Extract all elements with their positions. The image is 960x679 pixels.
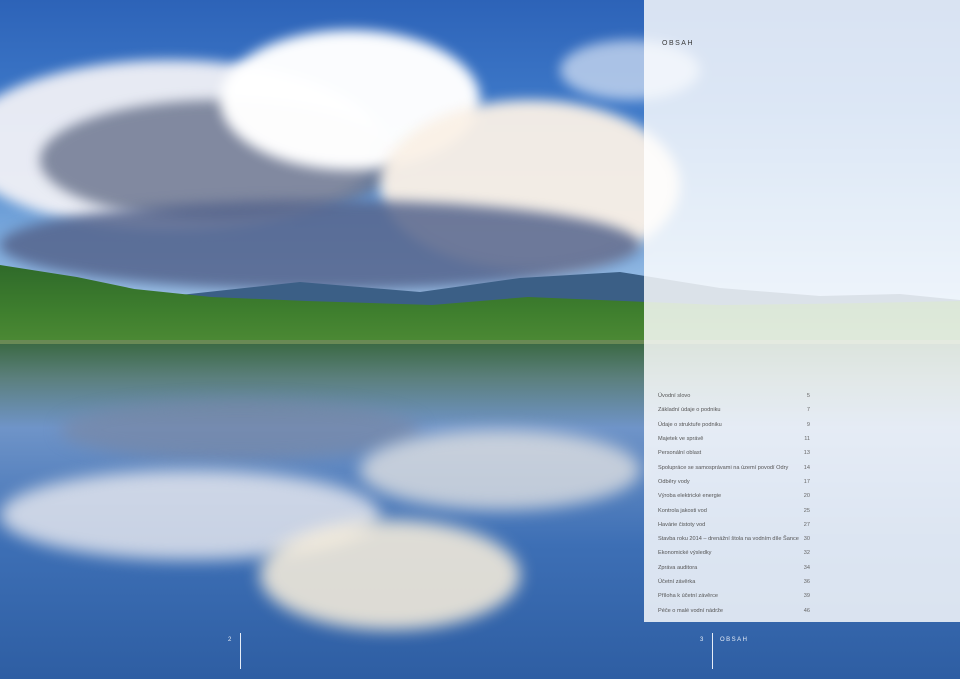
toc-entry-page: 27 xyxy=(803,521,810,528)
toc-entry[interactable]: Spolupráce se samosprávami na území povo… xyxy=(658,460,810,474)
toc-entry-label: Údaje o struktuře podniku xyxy=(658,421,722,428)
toc-entry[interactable]: Příloha k účetní závěrce 39 xyxy=(658,589,810,603)
toc-entry-page: 17 xyxy=(803,478,810,485)
toc-entry[interactable]: Majetek ve správě 11 xyxy=(658,432,810,446)
toc-entry-label: Úvodní slovo xyxy=(658,393,691,400)
toc-entry-label: Havárie čistoty vod xyxy=(658,521,706,528)
toc-entry[interactable]: Údaje o struktuře podniku 9 xyxy=(658,418,810,432)
toc-entry-label: Stavba roku 2014 – drenážní štola na vod… xyxy=(658,536,799,543)
footer-divider xyxy=(240,633,241,669)
toc-entry-label: Odběry vody xyxy=(658,478,690,485)
toc-entry-page: 32 xyxy=(803,550,810,557)
toc-entry-page: 14 xyxy=(803,464,810,471)
toc-entry-page: 34 xyxy=(803,564,810,571)
toc-entry[interactable]: Péče o malé vodní nádrže 46 xyxy=(658,603,810,617)
right-page-number: 3 xyxy=(700,637,704,643)
toc-entry[interactable]: Odběry vody 17 xyxy=(658,475,810,489)
toc-entry[interactable]: Základní údaje o podniku 7 xyxy=(658,403,810,417)
toc-entry-page: 20 xyxy=(803,493,810,500)
toc-entry[interactable]: Stavba roku 2014 – drenážní štola na vod… xyxy=(658,532,810,546)
toc-entry[interactable]: Účetní závěrka 36 xyxy=(658,575,810,589)
left-page-number: 2 xyxy=(228,637,232,643)
toc-entry-page: 39 xyxy=(803,593,810,600)
toc-entry[interactable]: Úvodní slovo 5 xyxy=(658,389,810,403)
toc-entry-label: Péče o malé vodní nádrže xyxy=(658,607,723,614)
toc-entry[interactable]: Ekonomické výsledky 32 xyxy=(658,546,810,560)
toc-entry[interactable]: Výroba elektrické energie 20 xyxy=(658,489,810,503)
toc-entry[interactable]: Zpráva auditora 34 xyxy=(658,561,810,575)
toc-entry-label: Zpráva auditora xyxy=(658,564,698,571)
table-of-contents: Úvodní slovo 5 Základní údaje o podniku 7 … xyxy=(658,389,810,618)
toc-entry[interactable]: Personální oblast 13 xyxy=(658,446,810,460)
toc-entry-page: 30 xyxy=(803,536,810,543)
toc-entry-label: Ekonomické výsledky xyxy=(658,550,712,557)
contents-title: OBSAH xyxy=(662,40,695,47)
toc-entry-label: Personální oblast xyxy=(658,450,702,457)
toc-entry-page: 7 xyxy=(806,407,810,414)
toc-entry-page: 36 xyxy=(803,579,810,585)
toc-entry-label: Výroba elektrické energie xyxy=(658,493,722,500)
toc-entry-page: 46 xyxy=(803,607,810,614)
toc-entry-label: Účetní závěrka xyxy=(658,579,696,585)
toc-entry-page: 11 xyxy=(804,436,810,443)
toc-entry[interactable]: Havárie čistoty vod 27 xyxy=(658,518,810,532)
cloud-reflection xyxy=(260,520,520,630)
cloud-reflection xyxy=(60,400,420,460)
footer-divider xyxy=(712,633,713,669)
toc-entry-label: Příloha k účetní závěrce xyxy=(658,593,719,600)
toc-entry-label: Základní údaje o podniku xyxy=(658,407,721,414)
toc-entry-label: Majetek ve správě xyxy=(658,436,704,443)
toc-entry[interactable]: Kontrola jakosti vod 25 xyxy=(658,503,810,517)
toc-entry-page: 9 xyxy=(806,421,810,428)
toc-entry-label: Spolupráce se samosprávami na území povo… xyxy=(658,464,789,471)
toc-entry-page: 25 xyxy=(803,507,810,514)
toc-entry-page: 5 xyxy=(806,393,810,400)
cloud-reflection xyxy=(360,430,640,510)
toc-entry-page: 13 xyxy=(803,450,810,457)
footer-section-label: OBSAH xyxy=(720,637,749,643)
toc-entry-label: Kontrola jakosti vod xyxy=(658,507,707,514)
